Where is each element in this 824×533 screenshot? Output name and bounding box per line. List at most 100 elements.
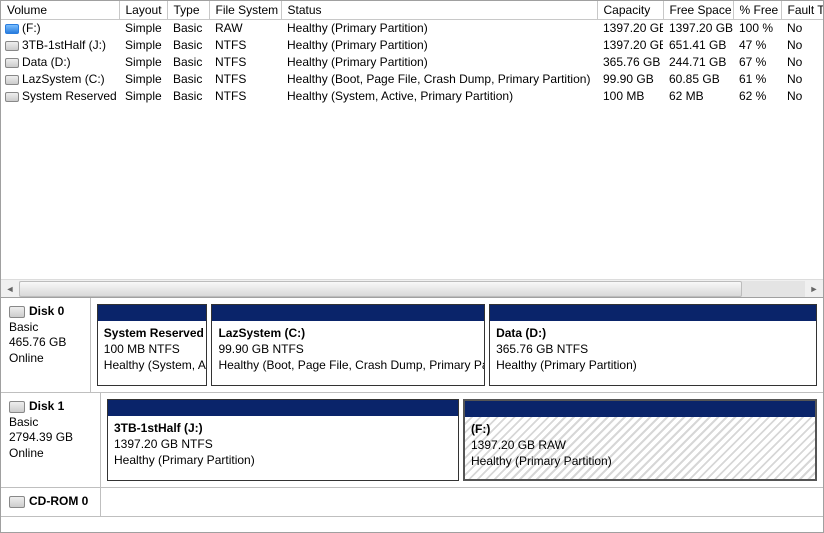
- col-layout[interactable]: Layout: [119, 1, 167, 20]
- disk-label[interactable]: Disk 0 Basic465.76 GBOnline: [1, 298, 91, 392]
- partition-container: 3TB-1stHalf (J:)1397.20 GB NTFSHealthy (…: [101, 393, 823, 487]
- col-type[interactable]: Type: [167, 1, 209, 20]
- volume-name: (F:): [22, 21, 41, 35]
- disk-icon: [9, 306, 25, 318]
- partition[interactable]: System Reserved100 MB NTFSHealthy (Syste…: [97, 304, 208, 386]
- volume-name: 3TB-1stHalf (J:): [22, 38, 106, 52]
- volume-layout: Simple: [119, 71, 167, 88]
- drive-icon: [5, 92, 19, 102]
- drive-icon: [5, 75, 19, 85]
- disk-label[interactable]: Disk 1Basic2794.39 GBOnline: [1, 393, 101, 487]
- disk-label[interactable]: CD-ROM 0: [1, 488, 101, 516]
- volume-fault: No: [781, 20, 823, 37]
- partition-name: LazSystem (C:): [218, 326, 305, 340]
- volume-fault: No: [781, 37, 823, 54]
- volume-name: LazSystem (C:): [22, 72, 105, 86]
- volume-free: 1397.20 GB: [663, 20, 733, 37]
- col-fault[interactable]: Fault Tole: [781, 1, 823, 20]
- scroll-right-icon[interactable]: ►: [805, 280, 823, 298]
- col-status[interactable]: Status: [281, 1, 597, 20]
- volume-pctfree: 62 %: [733, 88, 781, 105]
- volume-status: Healthy (Primary Partition): [281, 20, 597, 37]
- partition-bar: [465, 401, 815, 417]
- partition-name: 3TB-1stHalf (J:): [114, 421, 203, 435]
- partition-container: [101, 488, 823, 516]
- volume-layout: Simple: [119, 20, 167, 37]
- drive-icon: [5, 24, 19, 34]
- scroll-track[interactable]: [19, 281, 805, 297]
- volume-name: System Reserved: [22, 89, 117, 103]
- volume-capacity: 365.76 GB: [597, 54, 663, 71]
- scroll-left-icon[interactable]: ◄: [1, 280, 19, 298]
- volume-pctfree: 100 %: [733, 20, 781, 37]
- disk-size: 2794.39 GB: [9, 430, 92, 446]
- volume-fault: No: [781, 54, 823, 71]
- drive-icon: [5, 58, 19, 68]
- volume-layout: Simple: [119, 88, 167, 105]
- partition-size: 1397.20 GB RAW: [471, 438, 566, 452]
- partition-size: 1397.20 GB NTFS: [114, 437, 213, 451]
- horizontal-scrollbar[interactable]: ◄ ►: [1, 279, 823, 297]
- partition-name: Data (D:): [496, 326, 546, 340]
- scroll-thumb[interactable]: [19, 281, 742, 297]
- volume-status: Healthy (Primary Partition): [281, 54, 597, 71]
- volume-free: 62 MB: [663, 88, 733, 105]
- col-free[interactable]: Free Space: [663, 1, 733, 20]
- volume-layout: Simple: [119, 37, 167, 54]
- partition-info: Data (D:)365.76 GB NTFSHealthy (Primary …: [490, 321, 816, 385]
- col-capacity[interactable]: Capacity: [597, 1, 663, 20]
- disk-title: Disk 0: [29, 304, 64, 318]
- volume-layout: Simple: [119, 54, 167, 71]
- partition-info: System Reserved100 MB NTFSHealthy (Syste…: [98, 321, 207, 385]
- volume-fs: NTFS: [209, 71, 281, 88]
- partition-size: 99.90 GB NTFS: [218, 342, 303, 356]
- column-header-row: Volume Layout Type File System Status Ca…: [1, 1, 823, 20]
- partition[interactable]: LazSystem (C:)99.90 GB NTFSHealthy (Boot…: [211, 304, 485, 386]
- volume-fs: RAW: [209, 20, 281, 37]
- volume-type: Basic: [167, 71, 209, 88]
- partition-info: 3TB-1stHalf (J:)1397.20 GB NTFSHealthy (…: [108, 416, 458, 480]
- volume-fs: NTFS: [209, 37, 281, 54]
- disk-row: CD-ROM 0: [1, 488, 823, 517]
- volume-capacity: 1397.20 GB: [597, 37, 663, 54]
- cdrom-icon: [9, 496, 25, 508]
- partition[interactable]: (F:)1397.20 GB RAWHealthy (Primary Parti…: [463, 399, 817, 481]
- volume-status: Healthy (System, Active, Primary Partiti…: [281, 88, 597, 105]
- volume-row[interactable]: Data (D:)SimpleBasicNTFSHealthy (Primary…: [1, 54, 823, 71]
- disk-title: Disk 1: [29, 399, 64, 413]
- disk-state: Online: [9, 351, 82, 367]
- volume-pctfree: 47 %: [733, 37, 781, 54]
- disk-icon: [9, 401, 25, 413]
- partition-bar: [212, 305, 484, 321]
- disk-graphical-pane: Disk 0 Basic465.76 GBOnline System Reserve…: [1, 297, 823, 532]
- volume-capacity: 1397.20 GB: [597, 20, 663, 37]
- partition-container: System Reserved100 MB NTFSHealthy (Syste…: [91, 298, 823, 392]
- disk-title: CD-ROM 0: [29, 494, 88, 508]
- disk-row: Disk 0 Basic465.76 GBOnline System Reserve…: [1, 298, 823, 393]
- partition[interactable]: 3TB-1stHalf (J:)1397.20 GB NTFSHealthy (…: [107, 399, 459, 481]
- disk-type: Basic: [9, 320, 82, 336]
- volume-row[interactable]: (F:) SimpleBasicRAWHealthy (Primary Parti…: [1, 20, 823, 37]
- disk-size: 465.76 GB: [9, 335, 82, 351]
- volume-fs: NTFS: [209, 54, 281, 71]
- col-pctfree[interactable]: % Free: [733, 1, 781, 20]
- volume-fault: No: [781, 88, 823, 105]
- partition-status: Healthy (System, Active, Primary Partiti…: [104, 358, 207, 372]
- volume-row[interactable]: System ReservedSimpleBasicNTFSHealthy (S…: [1, 88, 823, 105]
- partition-info: (F:)1397.20 GB RAWHealthy (Primary Parti…: [465, 417, 815, 479]
- partition-size: 100 MB NTFS: [104, 342, 180, 356]
- partition[interactable]: Data (D:)365.76 GB NTFSHealthy (Primary …: [489, 304, 817, 386]
- partition-bar: [490, 305, 816, 321]
- volume-pctfree: 67 %: [733, 54, 781, 71]
- volume-row[interactable]: LazSystem (C:)SimpleBasicNTFSHealthy (Bo…: [1, 71, 823, 88]
- volume-list-pane: Volume Layout Type File System Status Ca…: [1, 1, 823, 297]
- volume-fs: NTFS: [209, 88, 281, 105]
- col-fs[interactable]: File System: [209, 1, 281, 20]
- partition-bar: [108, 400, 458, 416]
- volume-free: 244.71 GB: [663, 54, 733, 71]
- volume-type: Basic: [167, 20, 209, 37]
- col-volume[interactable]: Volume: [1, 1, 119, 20]
- volume-row[interactable]: 3TB-1stHalf (J:)SimpleBasicNTFSHealthy (…: [1, 37, 823, 54]
- volume-name: Data (D:): [22, 55, 71, 69]
- volume-type: Basic: [167, 88, 209, 105]
